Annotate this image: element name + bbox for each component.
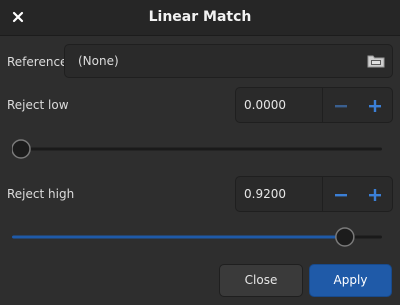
apply-button[interactable]: Apply [309,264,392,297]
reject-high-slider[interactable] [12,226,382,248]
title-bar: Linear Match [0,0,400,36]
dialog-title: Linear Match [148,9,252,25]
plus-icon[interactable] [366,97,384,115]
reject-high-spinbox[interactable]: 0.9200 [235,176,393,212]
reference-value: (None) [78,54,119,68]
divider [322,88,323,122]
reject-low-spinbox[interactable]: 0.0000 [235,87,393,123]
reject-low-label: Reject low [7,98,69,112]
folder-icon[interactable] [367,53,385,69]
slider-fill [12,235,345,239]
close-button[interactable]: Close [219,264,303,297]
minus-icon[interactable] [332,97,350,115]
reject-high-label: Reject high [7,187,75,201]
reject-low-slider[interactable] [12,138,382,160]
reject-low-value: 0.0000 [244,98,286,112]
slider-handle [335,227,355,247]
reject-high-value: 0.9200 [244,187,286,201]
slider-track [12,147,382,151]
slider-handle [12,139,31,159]
minus-icon[interactable] [332,186,350,204]
reference-label: Reference: [7,55,72,69]
plus-icon[interactable] [366,186,384,204]
linear-match-dialog: Linear Match Reference: (None) Reject lo… [0,0,400,305]
reference-field[interactable]: (None) [64,44,393,78]
divider [322,177,323,211]
